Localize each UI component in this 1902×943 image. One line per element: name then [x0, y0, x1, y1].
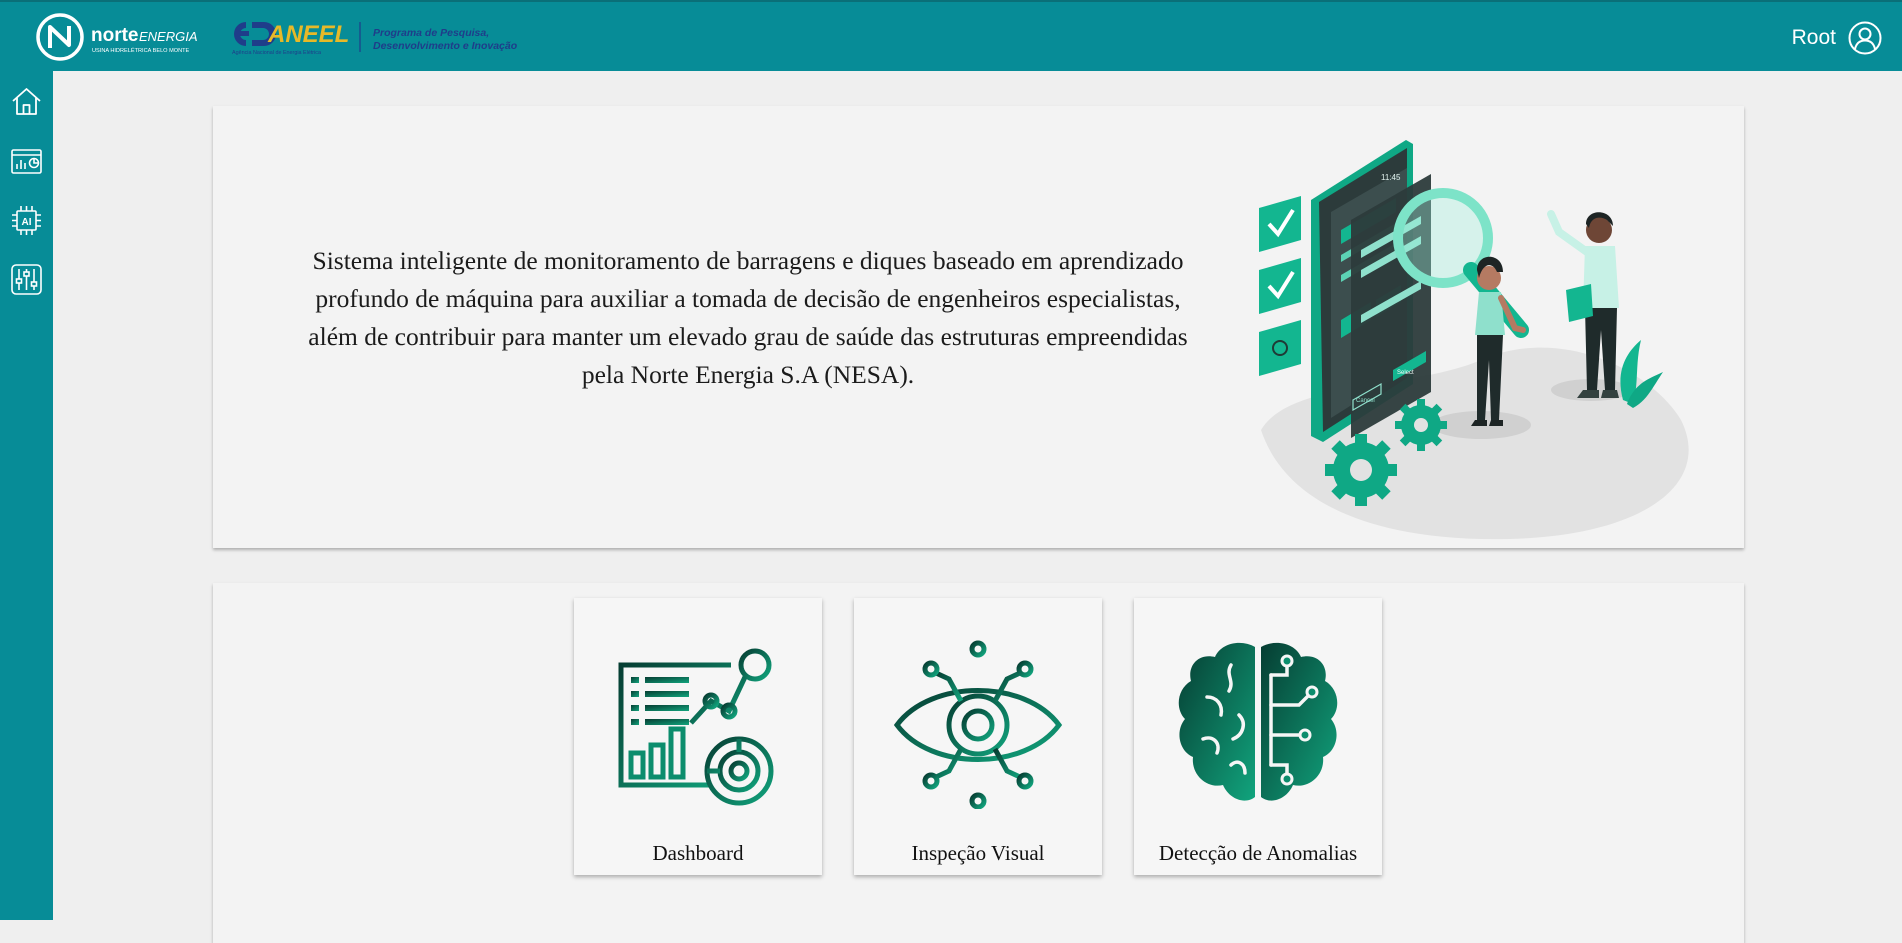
svg-text:Desenvolvimento e Inovação: Desenvolvimento e Inovação — [373, 40, 518, 52]
module-label: Detecção de Anomalias — [1158, 841, 1358, 865]
dashboard-icon[interactable] — [10, 145, 43, 178]
modules-panel: Dashboard Inspeção Visual Detecção de An… — [213, 583, 1744, 943]
sidebar: AI — [0, 71, 53, 920]
module-card-anomaly-detection[interactable]: Detecção de Anomalias — [1134, 598, 1382, 875]
svg-text:Programa de Pesquisa,: Programa de Pesquisa, — [373, 27, 489, 39]
sliders-icon[interactable] — [10, 263, 43, 296]
module-label: Dashboard — [652, 841, 744, 865]
home-icon[interactable] — [10, 85, 43, 118]
norte-energia-logo[interactable]: norte ENERGIA USINA HIDRELÉTRICA BELO MO… — [36, 12, 211, 62]
svg-text:AI: AI — [22, 217, 32, 228]
svg-text:norte: norte — [91, 25, 139, 46]
module-card-visual-inspection[interactable]: Inspeção Visual — [854, 598, 1102, 875]
svg-text:Select: Select — [1397, 370, 1414, 376]
svg-text:USINA HIDRELÉTRICA BELO MONTE: USINA HIDRELÉTRICA BELO MONTE — [92, 47, 190, 54]
user-name: Root — [1791, 26, 1836, 49]
aneel-pdi-logo[interactable]: ANEEL Agência Nacional de Energia Elétri… — [230, 16, 540, 58]
user-circle-icon[interactable] — [1848, 21, 1882, 55]
analytics-chart-icon — [618, 648, 774, 806]
top-navigation-bar: norte ENERGIA USINA HIDRELÉTRICA BELO MO… — [0, 0, 1902, 71]
svg-text:Agência Nacional de Energia El: Agência Nacional de Energia Elétrica — [232, 50, 321, 56]
svg-text:Cancel: Cancel — [1356, 398, 1375, 404]
svg-text:ANEEL: ANEEL — [267, 21, 349, 48]
svg-text:ENERGIA: ENERGIA — [139, 29, 198, 44]
user-menu[interactable]: Root — [1792, 20, 1882, 56]
module-card-dashboard[interactable]: Dashboard — [574, 598, 822, 875]
inspection-illustration: 11:45 Select Cancel — [1259, 140, 1689, 540]
brain-circuit-icon — [1178, 642, 1338, 801]
svg-text:11:45: 11:45 — [1381, 173, 1401, 182]
intro-panel: Sistema inteligente de monitoramento de … — [213, 106, 1744, 548]
eye-circuit-icon — [893, 640, 1063, 809]
module-label: Inspeção Visual — [911, 841, 1045, 865]
system-description: Sistema inteligente de monitoramento de … — [308, 246, 1188, 389]
ai-chip-icon[interactable]: AI — [10, 204, 43, 237]
